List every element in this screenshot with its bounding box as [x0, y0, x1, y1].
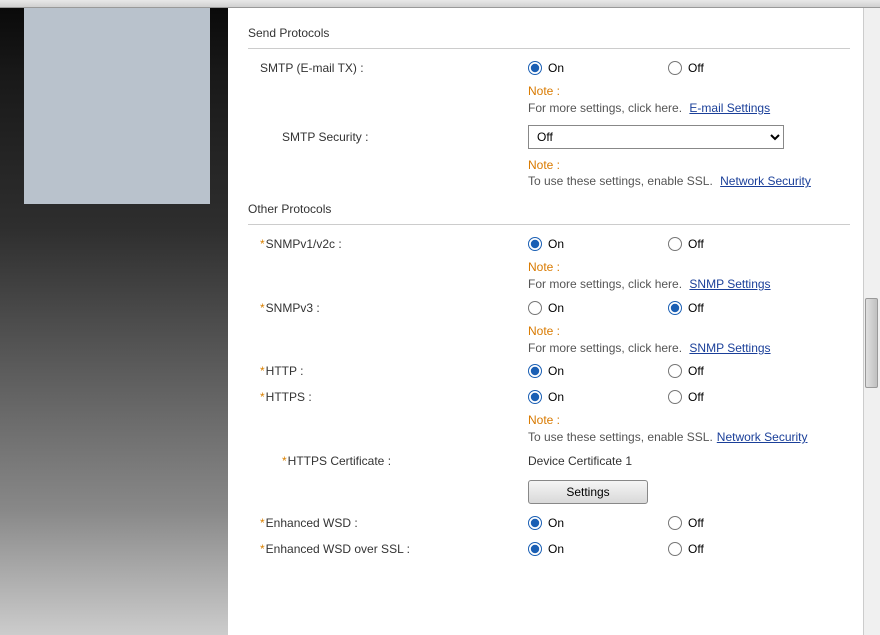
browser-toolbar	[0, 0, 880, 8]
https-note: Note : To use these settings, enable SSL…	[248, 410, 850, 448]
label-smtp-security: SMTP Security :	[260, 130, 528, 144]
snmp3-on-radio[interactable]	[528, 301, 542, 315]
label-https: * HTTPS :	[260, 390, 528, 404]
snmp12-off-option[interactable]: Off	[668, 237, 808, 251]
https-off-option[interactable]: Off	[668, 390, 808, 404]
ewsd-off-radio[interactable]	[668, 516, 682, 530]
https-on-option[interactable]: On	[528, 390, 668, 404]
divider	[248, 48, 850, 49]
label-smtp: SMTP (E-mail TX) :	[260, 61, 528, 75]
scrollbar-thumb[interactable]	[865, 298, 878, 388]
http-on-option[interactable]: On	[528, 364, 668, 378]
row-enhanced-wsd: * Enhanced WSD : On Off	[248, 510, 850, 536]
row-snmp12: * SNMPv1/v2c : On Off	[248, 231, 850, 257]
snmp-settings-link-2[interactable]: SNMP Settings	[689, 341, 770, 355]
https-off-radio[interactable]	[668, 390, 682, 404]
scrollbar[interactable]	[863, 8, 880, 635]
row-http: * HTTP : On Off	[248, 358, 850, 384]
network-security-link-2[interactable]: Network Security	[717, 430, 808, 444]
ewsd-off-option[interactable]: Off	[668, 516, 808, 530]
snmp12-off-radio[interactable]	[668, 237, 682, 251]
content-area: Send Protocols SMTP (E-mail TX) : On Off	[228, 8, 880, 635]
smtp-security-select[interactable]: Off	[528, 125, 784, 149]
row-snmp3: * SNMPv3 : On Off	[248, 295, 850, 321]
row-smtp: SMTP (E-mail TX) : On Off	[248, 55, 850, 81]
section-send-protocols: Send Protocols	[248, 16, 850, 48]
snmp3-note: Note : For more settings, click here. SN…	[248, 321, 850, 359]
http-off-option[interactable]: Off	[668, 364, 808, 378]
row-smtp-security: SMTP Security : Off	[248, 119, 850, 155]
snmp3-on-option[interactable]: On	[528, 301, 668, 315]
divider	[248, 224, 850, 225]
label-enhanced-wsd: * Enhanced WSD :	[260, 516, 528, 530]
https-on-radio[interactable]	[528, 390, 542, 404]
ewsd-ssl-on-option[interactable]: On	[528, 542, 668, 556]
sidebar-panel	[24, 8, 210, 204]
smtp-off-option[interactable]: Off	[668, 61, 808, 75]
email-settings-link[interactable]: E-mail Settings	[689, 101, 770, 115]
smtp-on-option[interactable]: On	[528, 61, 668, 75]
row-https-cert: * HTTPS Certificate : Device Certificate…	[248, 448, 850, 474]
snmp-settings-link[interactable]: SNMP Settings	[689, 277, 770, 291]
snmp12-on-radio[interactable]	[528, 237, 542, 251]
smtp-note: Note : For more settings, click here. E-…	[248, 81, 850, 119]
label-https-cert: * HTTPS Certificate :	[260, 454, 528, 468]
section-other-protocols: Other Protocols	[248, 192, 850, 224]
label-enhanced-wsd-ssl: * Enhanced WSD over SSL :	[260, 542, 528, 556]
label-snmp3: * SNMPv3 :	[260, 301, 528, 315]
sidebar-gradient	[0, 8, 228, 635]
row-enhanced-wsd-ssl: * Enhanced WSD over SSL : On Off	[248, 536, 850, 562]
smtp-off-radio[interactable]	[668, 61, 682, 75]
snmp3-off-option[interactable]: Off	[668, 301, 808, 315]
ewsd-ssl-off-option[interactable]: Off	[668, 542, 808, 556]
label-http: * HTTP :	[260, 364, 528, 378]
settings-button-row: Settings	[248, 474, 850, 510]
https-cert-value: Device Certificate 1	[528, 454, 632, 468]
ewsd-ssl-on-radio[interactable]	[528, 542, 542, 556]
http-off-radio[interactable]	[668, 364, 682, 378]
ewsd-on-option[interactable]: On	[528, 516, 668, 530]
smtp-on-radio[interactable]	[528, 61, 542, 75]
smtp-security-note: Note : To use these settings, enable SSL…	[248, 155, 850, 193]
ewsd-on-radio[interactable]	[528, 516, 542, 530]
ewsd-ssl-off-radio[interactable]	[668, 542, 682, 556]
label-snmp12: * SNMPv1/v2c :	[260, 237, 528, 251]
snmp12-note: Note : For more settings, click here. SN…	[248, 257, 850, 295]
http-on-radio[interactable]	[528, 364, 542, 378]
row-https: * HTTPS : On Off	[248, 384, 850, 410]
snmp12-on-option[interactable]: On	[528, 237, 668, 251]
settings-button[interactable]: Settings	[528, 480, 648, 504]
network-security-link[interactable]: Network Security	[720, 174, 811, 188]
snmp3-off-radio[interactable]	[668, 301, 682, 315]
main-container: Send Protocols SMTP (E-mail TX) : On Off	[0, 8, 880, 635]
